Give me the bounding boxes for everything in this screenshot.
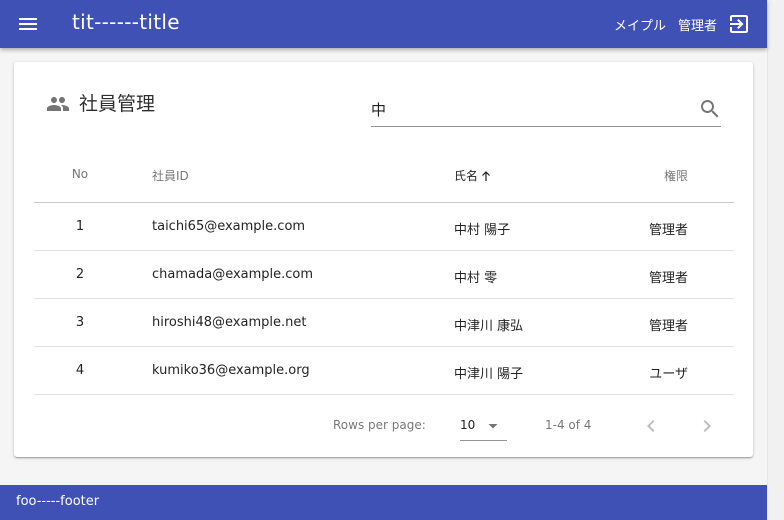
cell-no: 4 [75,363,85,378]
logout-icon [730,15,748,33]
column-header-name-label: 氏名 [454,169,479,183]
cell-no: 1 [75,219,85,234]
dropdown-arrow-icon [488,424,498,429]
cell-id: hiroshi48@example.net [152,315,307,330]
column-header-no[interactable]: No [66,167,94,181]
table-pagination: Rows per page: 10 1-4 of 4 [34,406,734,446]
menu-button[interactable] [10,6,46,42]
rows-per-page-value: 10 [460,418,476,432]
cell-role: 管理者 [648,223,688,238]
cell-role: 管理者 [648,271,688,286]
cell-id: chamada@example.com [152,267,314,282]
people-icon [47,97,69,111]
menu-icon [19,18,37,30]
cell-role: ユーザ [649,367,688,382]
search-icon[interactable] [698,97,722,121]
table-row[interactable]: 3 hiroshi48@example.net 中津川 康弘 管理者 [34,299,734,347]
column-header-role[interactable]: 権限 [638,167,688,184]
user-name: メイプル [614,19,667,34]
column-header-id[interactable]: 社員ID [152,167,189,184]
cell-no: 2 [75,267,85,282]
sort-arrow-up-icon [482,171,490,181]
cell-role: 管理者 [648,319,688,334]
logout-button[interactable] [727,12,751,36]
cell-name: 中村 零 [454,271,498,286]
rows-per-page-select[interactable]: 10 [460,411,507,441]
table-row[interactable]: 2 chamada@example.com 中村 零 管理者 [34,251,734,299]
chevron-left-icon[interactable] [639,414,663,438]
table-row[interactable]: 4 kumiko36@example.org 中津川 陽子 ユーザ [34,347,734,395]
cell-name: 中村 陽子 [454,223,511,238]
table-row[interactable]: 1 taichi65@example.com 中村 陽子 管理者 [34,203,734,251]
employee-card: 社員管理 No 社員ID 氏名 権限 1 taichi65@example.co… [14,62,753,457]
table-header: No 社員ID 氏名 権限 [34,150,734,203]
page-title: 社員管理 [79,93,156,115]
cell-id: kumiko36@example.org [152,363,310,378]
cell-name: 中津川 康弘 [454,319,524,334]
chevron-right-icon[interactable] [695,414,719,438]
cell-id: taichi65@example.com [152,219,306,234]
footer-text: foo-----footer [16,494,100,509]
search-field [371,94,721,127]
cell-no: 3 [75,315,85,330]
cell-name: 中津川 陽子 [454,367,524,382]
window-scrollbar[interactable] [767,0,784,520]
column-header-name[interactable]: 氏名 [454,167,492,184]
employee-table: No 社員ID 氏名 権限 1 taichi65@example.com 中村 … [34,150,734,395]
search-input[interactable] [371,97,681,121]
pagination-range: 1-4 of 4 [545,418,592,432]
app-title: tit------title [72,10,180,34]
site-footer: foo-----footer [0,485,767,520]
rows-per-page-label: Rows per page: [333,418,426,432]
app-bar: tit------title メイプル 管理者 [0,0,767,48]
user-role: 管理者 [678,19,718,34]
